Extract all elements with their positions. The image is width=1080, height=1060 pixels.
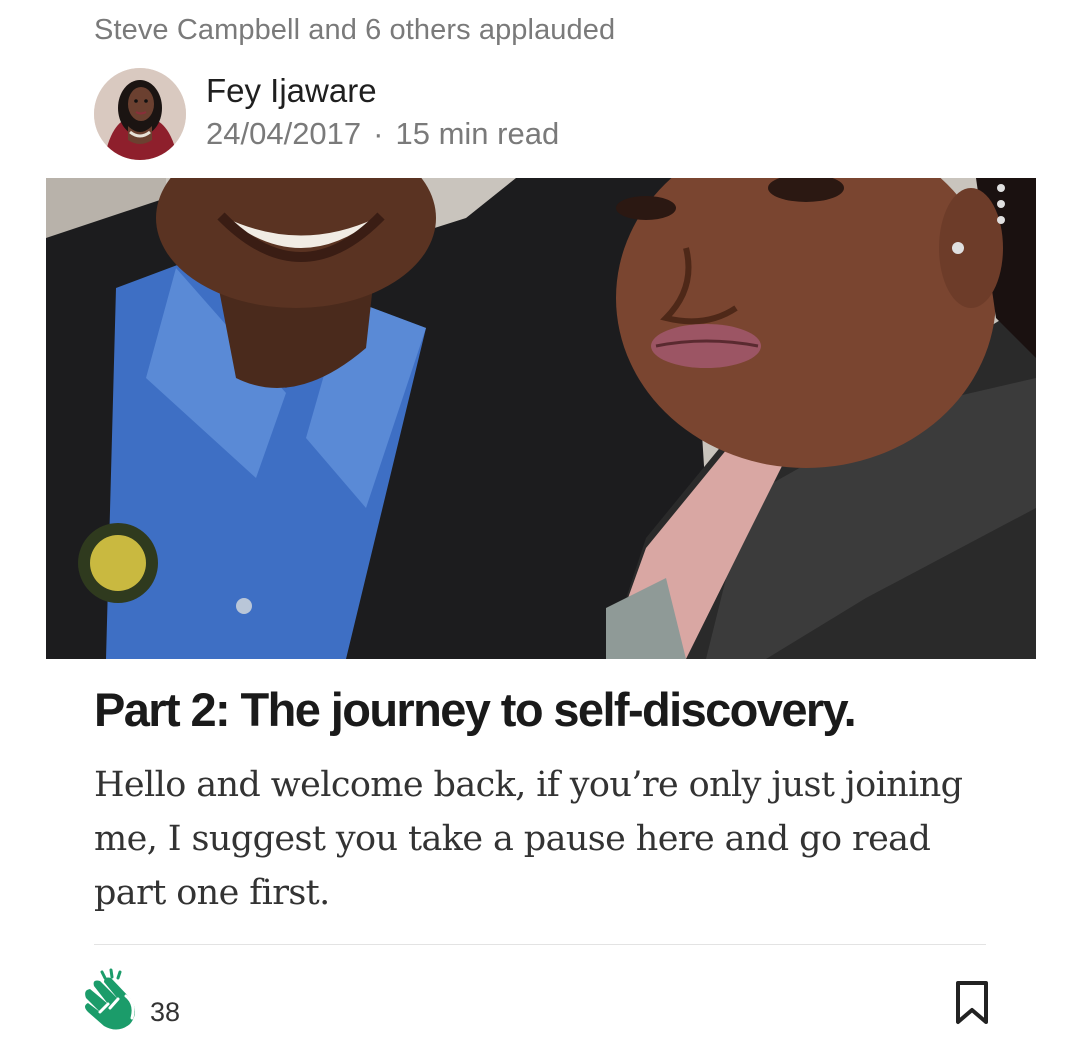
bookmark-icon[interactable] xyxy=(954,980,990,1026)
author-name[interactable]: Fey Ijaware xyxy=(206,72,377,110)
story-excerpt[interactable]: Hello and welcome back, if you’re only j… xyxy=(94,758,994,920)
clap-button[interactable]: 38 xyxy=(78,968,218,1038)
meta-separator: · xyxy=(373,116,384,151)
read-time: 15 min read xyxy=(395,116,560,151)
avatar-portrait-image xyxy=(94,68,186,160)
bookmark-icon-graphic xyxy=(956,981,988,1024)
story-card[interactable]: Steve Campbell and 6 others applauded Fe… xyxy=(0,0,1080,1060)
post-date: 24/04/2017 xyxy=(206,116,362,151)
hero-photo-illustration xyxy=(46,178,1036,659)
author-row: Fey Ijaware 24/04/2017 · 15 min read xyxy=(94,68,994,164)
story-title[interactable]: Part 2: The journey to self-discovery. xyxy=(94,682,1034,737)
social-context-text: Steve Campbell and 6 others applauded xyxy=(94,14,616,46)
clap-count: 38 xyxy=(150,997,181,1027)
clap-icon xyxy=(85,968,135,1030)
post-meta: 24/04/2017 · 15 min read xyxy=(206,116,559,152)
hero-image[interactable] xyxy=(46,178,1036,659)
divider xyxy=(94,944,986,945)
author-avatar[interactable] xyxy=(94,68,186,160)
